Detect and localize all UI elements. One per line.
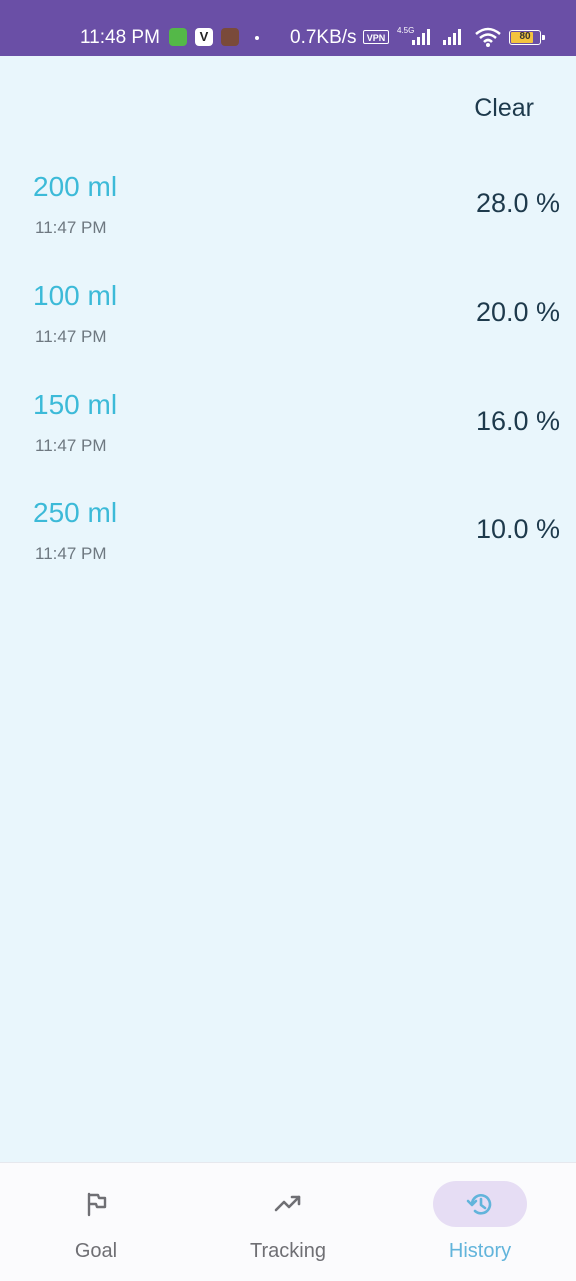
list-item[interactable]: 200 ml 11:47 PM 28.0 % xyxy=(0,170,576,270)
clear-button[interactable]: Clear xyxy=(474,94,534,123)
bottom-navigation: Goal Tracking History xyxy=(0,1162,576,1281)
trending-up-icon xyxy=(274,1195,301,1212)
entry-time: 11:47 PM xyxy=(35,218,107,237)
entry-time: 11:47 PM xyxy=(35,436,107,455)
notification-app-icon xyxy=(169,28,187,46)
network-speed: 0.7KB/s xyxy=(290,27,357,48)
entry-time: 11:47 PM xyxy=(35,327,107,346)
wifi-icon xyxy=(475,27,501,47)
battery-icon: 80 xyxy=(509,30,545,45)
list-item[interactable]: 150 ml 11:47 PM 16.0 % xyxy=(0,388,576,488)
tab-history[interactable]: History xyxy=(384,1163,576,1281)
dot-icon xyxy=(255,36,259,40)
tab-tracking[interactable]: Tracking xyxy=(192,1163,384,1281)
v-app-icon: V xyxy=(195,28,213,46)
history-icon xyxy=(466,1194,492,1215)
entry-amount: 150 ml xyxy=(33,389,118,420)
entry-amount: 100 ml xyxy=(33,280,118,311)
vpn-icon: VPN xyxy=(363,30,389,44)
flag-icon xyxy=(87,1192,107,1217)
signal-icon xyxy=(412,29,430,45)
tab-tracking-label: Tracking xyxy=(250,1240,326,1262)
list-item[interactable]: 100 ml 11:47 PM 20.0 % xyxy=(0,279,576,379)
signal-icon xyxy=(443,29,461,45)
status-time: 11:48 PM xyxy=(80,27,160,48)
entry-amount: 250 ml xyxy=(33,497,118,528)
entry-amount: 200 ml xyxy=(33,171,118,202)
entry-time: 11:47 PM xyxy=(35,544,107,563)
entry-percent: 20.0 % xyxy=(475,297,560,327)
battery-level: 80 xyxy=(519,31,531,42)
tab-goal-label: Goal xyxy=(74,1240,118,1262)
entry-percent: 16.0 % xyxy=(475,406,560,436)
list-item[interactable]: 250 ml 11:47 PM 10.0 % xyxy=(0,496,576,596)
battery-tip xyxy=(542,35,545,40)
entry-percent: 10.0 % xyxy=(475,514,560,544)
game-app-icon xyxy=(221,28,239,46)
tab-goal[interactable]: Goal xyxy=(0,1163,192,1281)
status-bar: 11:48 PM V 0.7KB/s VPN 4.5G 80 xyxy=(0,0,576,56)
tab-history-label: History xyxy=(448,1240,512,1262)
entry-percent: 28.0 % xyxy=(475,188,560,218)
